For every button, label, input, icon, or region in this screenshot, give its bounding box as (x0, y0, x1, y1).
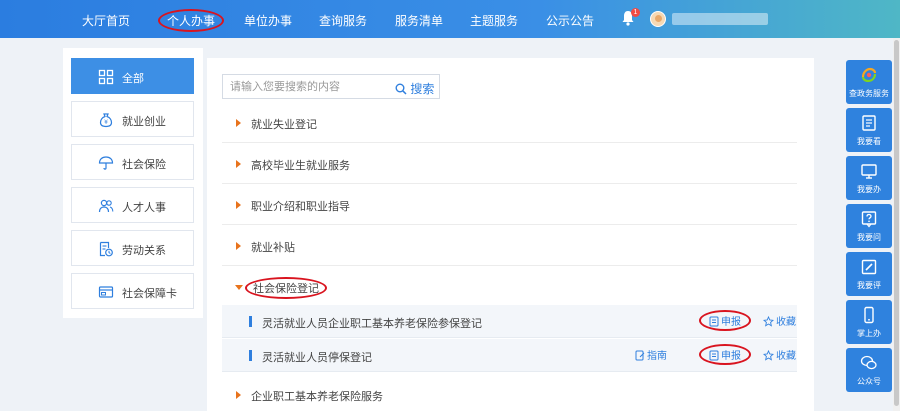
search-box: 搜索 (222, 74, 440, 99)
favorite-label: 收藏 (776, 351, 796, 362)
caret-right-icon (236, 391, 241, 399)
caret-right-icon (236, 160, 241, 168)
top-navigation-bar: 大厅首页 个人办事 单位办事 查询服务 服务清单 主题服务 公示公告 1 (0, 0, 900, 38)
rail-wechat[interactable]: 公众号 (846, 348, 892, 392)
rail-label: 掌上办 (857, 329, 881, 338)
rail-evaluate[interactable]: 我要评 (846, 252, 892, 296)
nav-query-service[interactable]: 查询服务 (319, 12, 367, 29)
service-row-employment-subsidy[interactable]: 就业补贴 (222, 226, 797, 266)
apply-button[interactable]: 申报 (699, 344, 751, 365)
category-label: 全部 (122, 73, 144, 85)
monitor-icon (861, 164, 877, 179)
rail-mobile[interactable]: 掌上办 (846, 300, 892, 344)
rail-label: 我要看 (857, 137, 881, 146)
service-logo-icon (861, 67, 877, 83)
rail-label: 公众号 (857, 377, 881, 386)
question-icon (861, 211, 877, 228)
rail-ask[interactable]: 我要问 (846, 204, 892, 248)
star-icon (762, 349, 775, 361)
sub-item-title: 灵活就业人员停保登记 (262, 352, 372, 364)
search-button[interactable]: 搜索 (395, 80, 434, 97)
category-employment[interactable]: ¥ 就业创业 (71, 101, 194, 137)
service-row-job-guidance[interactable]: 职业介绍和职业指导 (222, 185, 797, 225)
rail-label: 我要评 (857, 281, 881, 290)
service-row-unemployment-registration[interactable]: 就业失业登记 (222, 103, 797, 143)
favorite-label: 收藏 (776, 317, 796, 328)
document-clock-icon (99, 241, 113, 257)
caret-right-icon (236, 242, 241, 250)
apply-label: 申报 (721, 351, 741, 362)
book-icon (862, 115, 876, 131)
service-row-social-insurance-registration[interactable]: 社会保险登记 (222, 267, 797, 307)
page-scrollbar-thumb[interactable] (894, 40, 899, 406)
grid-icon (98, 69, 114, 85)
sub-item-marker (249, 350, 252, 361)
rail-label: 我要办 (857, 185, 881, 194)
service-row-pension-service[interactable]: 企业职工基本养老保险服务 (222, 375, 797, 411)
service-title: 高校毕业生就业服务 (251, 160, 350, 172)
caret-right-icon (236, 201, 241, 209)
category-sidebar: 全部 ¥ 就业创业 社会保险 人才人事 劳动关系 社会保障卡 (63, 48, 203, 318)
guide-label: 指南 (647, 351, 667, 362)
category-all[interactable]: 全部 (71, 58, 194, 94)
favorite-button[interactable]: 收藏 (762, 313, 796, 328)
category-talent[interactable]: 人才人事 (71, 187, 194, 223)
nav-announcements[interactable]: 公示公告 (546, 12, 594, 29)
guide-button[interactable]: 指南 (635, 347, 667, 362)
search-button-label: 搜索 (410, 82, 435, 96)
rail-label: 查政务服务 (849, 89, 889, 98)
people-icon (98, 199, 114, 213)
search-icon (395, 83, 407, 95)
apply-icon (709, 350, 719, 361)
category-social-security-card[interactable]: 社会保障卡 (71, 273, 194, 309)
category-social-insurance[interactable]: 社会保险 (71, 144, 194, 180)
sub-item-pension-enrollment[interactable]: 灵活就业人员企业职工基本养老保险参保登记 申报 收藏 (222, 305, 797, 338)
phone-icon (864, 306, 874, 324)
sub-item-stop-insurance[interactable]: 灵活就业人员停保登记 指南 申报 收藏 (222, 339, 797, 372)
service-title: 就业补贴 (251, 242, 295, 254)
rail-gov-service[interactable]: 查政务服务 (846, 60, 892, 104)
category-label: 人才人事 (122, 202, 166, 214)
category-labor-relations[interactable]: 劳动关系 (71, 230, 194, 266)
avatar[interactable] (650, 11, 666, 27)
service-list-panel: 搜索 就业失业登记 高校毕业生就业服务 职业介绍和职业指导 就业补贴 社会保险登… (207, 58, 814, 411)
rail-handle[interactable]: 我要办 (846, 156, 892, 200)
rail-view[interactable]: 我要看 (846, 108, 892, 152)
favorite-button[interactable]: 收藏 (762, 347, 796, 362)
svg-text:¥: ¥ (104, 119, 108, 126)
rail-label: 我要问 (857, 233, 881, 242)
nav-service-list[interactable]: 服务清单 (395, 12, 443, 29)
coin-bag-icon: ¥ (99, 113, 113, 128)
wechat-icon (860, 355, 877, 370)
apply-button[interactable]: 申报 (699, 310, 751, 331)
username-redacted[interactable] (672, 13, 768, 25)
card-icon (98, 286, 114, 298)
nav-theme-service[interactable]: 主题服务 (470, 12, 518, 29)
apply-icon (709, 316, 719, 327)
category-label: 就业创业 (122, 116, 166, 128)
caret-right-icon (236, 119, 241, 127)
service-row-graduate-employment[interactable]: 高校毕业生就业服务 (222, 144, 797, 184)
service-title: 社会保险登记 (245, 277, 327, 299)
service-title: 就业失业登记 (251, 119, 317, 131)
service-title: 企业职工基本养老保险服务 (251, 391, 383, 403)
edit-icon (861, 259, 877, 275)
search-input[interactable] (230, 80, 390, 94)
sub-item-title: 灵活就业人员企业职工基本养老保险参保登记 (262, 318, 482, 330)
star-icon (762, 315, 775, 327)
sub-item-marker (249, 316, 252, 327)
nav-home[interactable]: 大厅首页 (82, 12, 130, 29)
nav-personal-affairs[interactable]: 个人办事 (158, 9, 225, 32)
category-label: 社会保险 (122, 159, 166, 171)
guide-icon (635, 350, 645, 361)
service-title: 职业介绍和职业指导 (251, 201, 350, 213)
apply-label: 申报 (721, 317, 741, 328)
category-label: 社会保障卡 (122, 288, 177, 300)
nav-unit-affairs[interactable]: 单位办事 (244, 12, 292, 29)
category-label: 劳动关系 (122, 245, 166, 257)
umbrella-icon (98, 156, 114, 170)
notification-badge: 1 (631, 8, 640, 17)
caret-down-icon (235, 285, 243, 290)
